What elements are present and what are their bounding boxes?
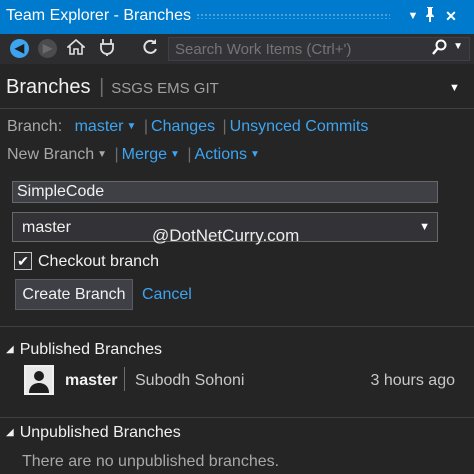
back-button[interactable]: ◀ [10,39,29,58]
merge-dropdown[interactable]: Merge ▼ [122,146,180,163]
watermark: @DotNetCurry.com [152,226,300,245]
cancel-link[interactable]: Cancel [142,286,192,304]
divider [0,417,474,418]
search-icon[interactable] [431,39,447,62]
collapse-triangle-icon[interactable]: ◢ [6,427,14,438]
title-bar: Team Explorer - Branches ▼ ✕ [0,0,474,34]
link-separator: | [222,118,227,135]
unpublished-empty-message: There are no unpublished branches. [22,453,280,470]
unsynced-commits-link[interactable]: Unsynced Commits [230,118,369,135]
unpublished-branches-header[interactable]: ◢ Unpublished Branches [6,424,181,442]
branch-label: Branch: [7,118,63,135]
page-title-text: Branches [6,76,91,98]
published-branch-time: 3 hours ago [370,372,455,389]
new-branch-label: New Branch [7,146,95,163]
window-menu-dropdown-icon[interactable]: ▼ [404,6,422,26]
collapse-triangle-icon[interactable]: ◢ [6,344,14,355]
search-options-chevron-down-icon[interactable]: ▼ [453,41,463,52]
close-icon[interactable]: ✕ [442,6,460,26]
published-branches-title: Published Branches [19,341,163,358]
search-box[interactable]: ▼ [168,37,470,61]
page-menu-dropdown-icon[interactable]: ▼ [449,82,460,94]
source-branch-value: master [22,219,71,236]
home-icon[interactable] [65,38,87,60]
published-branch-author: Subodh Sohoni [135,372,245,389]
title-bar-grip [196,13,390,19]
changes-link[interactable]: Changes [151,118,215,135]
page-title: Branches | SSGS EMS GIT [6,76,219,99]
action-bar: New Branch ▼ | Merge ▼ | Actions ▼ [7,146,260,164]
actions-dropdown[interactable]: Actions ▼ [195,146,260,163]
checkout-branch-label: Checkout branch [38,253,159,270]
unpublished-branches-title: Unpublished Branches [19,424,181,441]
search-input[interactable] [175,40,425,58]
checkout-branch-checkbox[interactable]: ✔ [14,252,32,270]
window-title: Team Explorer - Branches [6,7,191,24]
chevron-down-icon: ▼ [97,149,108,161]
toolbar: ◀ ▶ ▼ [0,34,474,64]
actions-label: Actions [194,146,248,163]
new-branch-dropdown[interactable]: New Branch ▼ [7,146,107,163]
published-branches-header[interactable]: ◢ Published Branches [6,341,162,359]
current-branch-dropdown[interactable]: master ▼ [75,118,137,135]
merge-label: Merge [121,146,168,163]
divider [0,326,474,327]
pin-icon[interactable] [421,6,439,26]
branch-row-separator [124,367,125,391]
refresh-icon[interactable] [140,38,160,60]
chevron-down-icon: ▼ [170,149,180,161]
current-branch-name: master [74,118,124,135]
link-separator: | [143,118,149,135]
chevron-down-icon: ▼ [126,121,137,133]
published-branch-name[interactable]: master [65,372,117,390]
branch-name-input[interactable] [12,181,438,203]
title-separator: | [99,76,105,98]
repository-name: SSGS EMS GIT [111,80,219,97]
link-separator: | [114,146,119,163]
chevron-down-icon: ▼ [250,149,260,161]
divider [0,108,474,109]
plug-icon[interactable] [97,38,117,60]
avatar [24,365,54,395]
chevron-down-icon: ▼ [419,221,430,233]
forward-button[interactable]: ▶ [38,39,57,58]
create-branch-button[interactable]: Create Branch [15,279,133,310]
branch-bar: Branch: master ▼ | Changes | Unsynced Commi… [7,118,368,136]
link-separator: | [187,146,192,163]
